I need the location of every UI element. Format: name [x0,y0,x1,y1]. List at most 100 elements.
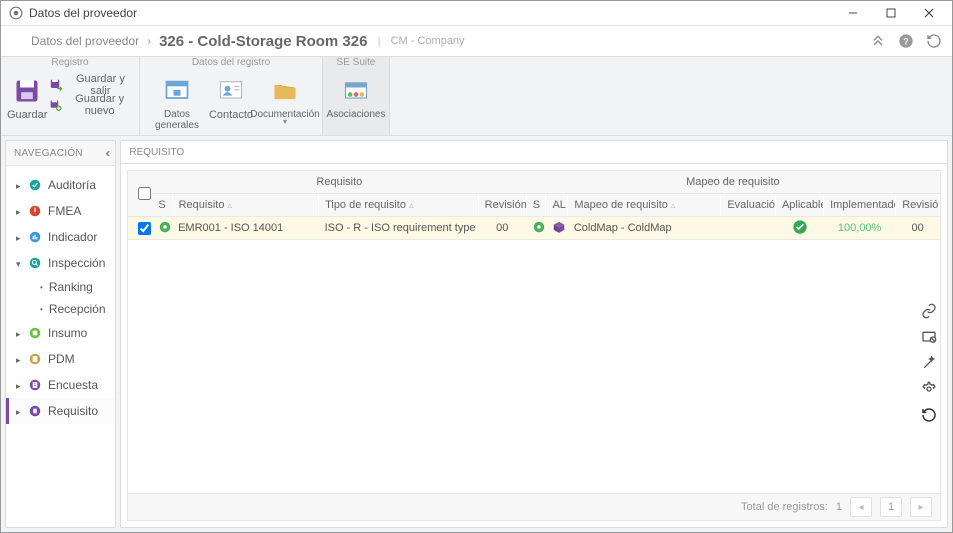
nav-item-encuesta[interactable]: Encuesta [6,372,115,398]
audit-icon [28,178,42,192]
associations-button[interactable]: Asociaciones [329,75,383,122]
nav-item-insumo[interactable]: Insumo [6,320,115,346]
caret-right-icon [16,204,26,218]
contact-button[interactable]: Contacto [208,75,254,123]
col-tipo[interactable]: Tipo de requisito▵ [319,194,479,217]
window-close-button[interactable] [910,2,948,24]
nav-item-label: Indicador [48,230,97,244]
caret-right-icon [16,178,26,192]
nav-panel: NAVEGACIÓN ‹‹ Auditoría FMEA Indicado [5,140,116,528]
chevron-double-up-icon[interactable] [870,33,886,49]
save-button[interactable]: Guardar [7,75,47,123]
status-gear-icon [158,220,172,234]
sort-icon: ▵ [227,200,232,210]
nav-item-requisito[interactable]: Requisito [6,398,115,424]
pager-total-label: Total de registros: [741,501,828,513]
content-panel: REQUISITO Requisito Mapeo de re [120,140,948,528]
nav-subitem-label: Recepción [49,302,106,316]
col-mapeo[interactable]: Mapeo de requisito▵ [568,194,721,217]
col-implementado[interactable]: Implementado [824,194,896,217]
side-toolbar [920,303,938,423]
requisito-table: Requisito Mapeo de requisito S Requisito… [128,171,940,240]
grid: Requisito Mapeo de requisito S Requisito… [127,170,941,521]
pager-prev-button[interactable]: ◂ [850,497,872,517]
magic-wand-icon[interactable] [921,355,937,371]
col-s1[interactable]: S [152,194,172,217]
nav-header-label: NAVEGACIÓN [14,148,83,159]
fmea-icon [28,204,42,218]
save-icon [13,77,41,105]
col-checkbox[interactable] [128,171,152,217]
save-new-button[interactable]: Guardar y nuevo [49,95,133,115]
col-al[interactable]: AL [546,194,568,217]
nav-collapse-icon[interactable]: ‹‹ [105,146,107,160]
breadcrumb-root[interactable]: Datos del proveedor [31,34,139,48]
window-minimize-button[interactable] [834,2,872,24]
ribbon-group-header: Datos del registro [140,57,322,68]
refresh-icon[interactable] [926,33,942,49]
breadcrumb-company: CM - Company [391,35,465,47]
general-data-button[interactable]: Datos generales [146,75,208,133]
status-gear-icon [532,220,546,234]
breadcrumb: Datos del proveedor › 326 - Cold-Storage… [1,26,952,56]
row-checkbox[interactable] [138,222,151,235]
cube-icon [552,220,566,234]
pager-next-button[interactable]: ▸ [910,497,932,517]
nav-subitem-label: Ranking [49,280,93,294]
nav-item-fmea[interactable]: FMEA [6,198,115,224]
window: Datos del proveedor Datos del proveedor … [0,0,953,533]
window-maximize-button[interactable] [872,2,910,24]
ribbon-group-datos-registro: Datos del registro Datos generales Conta… [140,57,323,135]
help-icon[interactable]: ? [898,33,914,49]
nav-item-indicador[interactable]: Indicador [6,224,115,250]
nav-item-auditoria[interactable]: Auditoría [6,172,115,198]
select-all-checkbox[interactable] [138,187,151,200]
ribbon-group-header: SE Suite [323,57,389,68]
pager-total-value: 1 [836,501,842,513]
pager-current-page[interactable]: 1 [880,497,902,517]
svg-text:?: ? [903,36,909,46]
nav-item-inspeccion[interactable]: Inspección [6,250,115,276]
documentation-button[interactable]: Documentación ▾ [254,75,316,126]
requirement-icon [28,404,42,418]
content-header: REQUISITO [120,140,948,163]
cell-requisito: EMR001 - ISO 14001 [172,217,318,240]
nav-item-label: Requisito [48,404,98,418]
nav-item-pdm[interactable]: PDM [6,346,115,372]
nav-subitem-ranking[interactable]: Ranking [6,276,115,298]
dropdown-icon: ▾ [283,120,287,124]
form-icon [163,77,191,105]
save-exit-button[interactable]: Guardar y salir [49,75,133,95]
cell-implementado: 100,00% [824,217,896,240]
content-header-label: REQUISITO [129,147,184,158]
indicator-icon [28,230,42,244]
col-revision1[interactable]: Revisión [478,194,526,217]
supply-icon [28,326,42,340]
table-row[interactable]: EMR001 - ISO 14001 ISO - R - ISO require… [128,217,939,240]
caret-right-icon [16,352,26,366]
pdm-icon [28,352,42,366]
link-icon[interactable] [921,303,937,319]
nav-subitem-recepcion[interactable]: Recepción [6,298,115,320]
refresh-icon[interactable] [921,407,937,423]
settings-icon[interactable] [921,381,937,397]
nav-item-label: PDM [48,352,75,366]
caret-right-icon [16,378,26,392]
group-header-mapeo: Mapeo de requisito [526,171,939,194]
caret-right-icon [16,230,26,244]
col-revision2[interactable]: Revisión [896,194,940,217]
nav-item-label: Auditoría [48,178,96,192]
grid-wrap: Requisito Mapeo de requisito S Requisito… [120,163,948,528]
folder-icon [271,77,299,105]
caret-right-icon [16,404,26,418]
pager: Total de registros: 1 ◂ 1 ▸ [128,493,940,520]
ribbon: Registro Guardar Guardar y salir Guardar… [1,56,952,136]
col-s2[interactable]: S [526,194,546,217]
col-aplicable[interactable]: Aplicable [775,194,823,217]
contact-icon [217,77,245,105]
unlink-icon[interactable] [921,329,937,345]
cell-revision2: 00 [896,217,940,240]
col-requisito[interactable]: Requisito▵ [172,194,318,217]
col-evaluacion[interactable]: Evaluación [721,194,776,217]
sort-icon: ▵ [409,200,414,210]
